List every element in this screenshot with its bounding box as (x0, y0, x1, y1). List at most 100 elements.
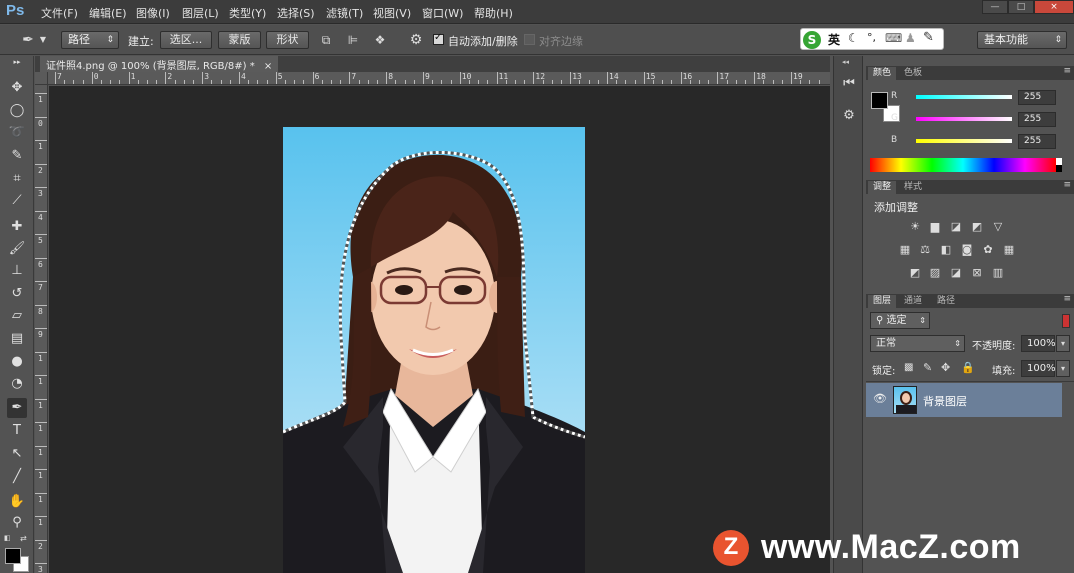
auto-add-delete-checkbox[interactable]: ✓ (433, 32, 444, 45)
lock-all-icon[interactable]: 🔒 (961, 361, 975, 374)
foreground-color-box[interactable] (871, 92, 888, 109)
menu-filter[interactable]: 滤镜(T) (326, 5, 363, 21)
posterize-icon[interactable]: ▨ (928, 267, 942, 279)
green-slider[interactable] (916, 117, 1012, 121)
properties-panel-icon[interactable]: ⚙ (839, 108, 859, 128)
invert-icon[interactable]: ◩ (908, 267, 922, 279)
menu-edit[interactable]: 编辑(E) (89, 5, 127, 21)
opacity-input[interactable]: 100% (1021, 335, 1056, 352)
layer-row[interactable]: 👁 背景图层 (866, 383, 1062, 417)
panel-menu-icon[interactable]: ≡ (1063, 294, 1071, 304)
tab-styles[interactable]: 样式 (899, 181, 927, 194)
blend-mode-select[interactable]: 正常 ⇕ (870, 335, 965, 352)
eyedropper-tool-icon[interactable]: ⟋ (7, 191, 27, 211)
path-operations-icon[interactable]: ⧉ (318, 32, 334, 48)
red-value[interactable]: 255 (1018, 90, 1056, 105)
foreground-color-swatch[interactable] (5, 548, 21, 564)
brush-tool-icon[interactable]: 🖌 (7, 239, 27, 259)
menu-view[interactable]: 视图(V) (373, 5, 411, 21)
hue-saturation-icon[interactable]: ▦ (898, 244, 912, 256)
tab-channels[interactable]: 通道 (899, 295, 927, 308)
restore-button[interactable]: □ (1008, 0, 1034, 14)
hand-tool-icon[interactable]: ✋ (7, 492, 27, 512)
blue-value[interactable]: 255 (1018, 134, 1056, 149)
ime-language[interactable]: 英 (828, 31, 840, 48)
workspace-select[interactable]: 基本功能 ⇕ (977, 31, 1067, 49)
tab-paths[interactable]: 路径 (932, 295, 960, 308)
levels-icon[interactable]: ▆ (928, 221, 942, 233)
clone-stamp-tool-icon[interactable]: ⊥ (7, 261, 27, 281)
dodge-tool-icon[interactable]: ◔ (7, 374, 27, 394)
gradient-map-icon[interactable]: ⊠ (970, 267, 984, 279)
blue-slider[interactable] (916, 139, 1012, 143)
collapse-icon[interactable]: ▸▸ (7, 58, 27, 66)
layer-name[interactable]: 背景图层 (923, 393, 967, 409)
swap-colors-icon[interactable]: ⇄ (20, 534, 29, 543)
spectrum-white[interactable] (1056, 158, 1062, 165)
tab-adjustments[interactable]: 调整 (868, 181, 897, 194)
tool-mode-select[interactable]: 路径 ⇕ (61, 31, 119, 49)
moon-icon[interactable]: ☾ (848, 31, 859, 45)
keyboard-icon[interactable]: ⌨ (885, 31, 902, 45)
user-icon[interactable]: ♟ (905, 31, 916, 45)
document-tab[interactable]: 证件照4.png @ 100% (背景图层, RGB/8#) * × (40, 56, 279, 72)
tab-color[interactable]: 颜色 (868, 67, 897, 80)
exposure-icon[interactable]: ◩ (970, 221, 984, 233)
default-colors-icon[interactable]: ◧ (4, 534, 13, 543)
curves-icon[interactable]: ◪ (949, 221, 963, 233)
filter-toggle-switch[interactable] (1062, 314, 1070, 328)
path-alignment-icon[interactable]: ⊫ (345, 32, 361, 48)
black-white-icon[interactable]: ◧ (939, 244, 953, 256)
selective-color-icon[interactable]: ▥ (991, 267, 1005, 279)
wrench-icon[interactable]: ✎ (923, 30, 934, 45)
marquee-tool-icon[interactable]: ◯ (7, 101, 27, 121)
gradient-tool-icon[interactable]: ▤ (7, 329, 27, 349)
punctuation-icon[interactable]: °, (867, 31, 876, 44)
brightness-icon[interactable]: ☀ (908, 221, 922, 233)
align-edges-checkbox[interactable] (524, 34, 535, 45)
make-shape-button[interactable]: 形状 (266, 31, 309, 49)
panel-menu-icon[interactable]: ≡ (1063, 180, 1071, 190)
menu-select[interactable]: 选择(S) (277, 5, 315, 21)
close-tab-icon[interactable]: × (264, 61, 272, 72)
path-selection-tool-icon[interactable]: ↖ (7, 444, 27, 464)
color-balance-icon[interactable]: ⚖ (918, 244, 932, 256)
layer-filter-select[interactable]: ⚲ 选定 ⇕ (870, 312, 930, 329)
menu-file[interactable]: 文件(F) (41, 5, 78, 21)
make-selection-button[interactable]: 选区... (160, 31, 212, 49)
eraser-tool-icon[interactable]: ▱ (7, 306, 27, 326)
threshold-icon[interactable]: ◪ (949, 267, 963, 279)
ruler-origin[interactable] (35, 72, 48, 85)
channel-mixer-icon[interactable]: ✿ (981, 244, 995, 256)
lock-position-icon[interactable]: ✥ (941, 361, 950, 374)
make-mask-button[interactable]: 蒙版 (218, 31, 261, 49)
menu-window[interactable]: 窗口(W) (422, 5, 463, 21)
crop-tool-icon[interactable]: ⌗ (7, 169, 27, 189)
red-slider[interactable] (916, 95, 1012, 99)
history-panel-icon[interactable]: ⏮ (839, 76, 859, 96)
spectrum-black[interactable] (1056, 165, 1062, 172)
lock-image-icon[interactable]: ✎ (923, 361, 932, 374)
path-arrangement-icon[interactable]: ❖ (372, 32, 388, 48)
menu-image[interactable]: 图像(I) (136, 5, 170, 21)
history-brush-tool-icon[interactable]: ↺ (7, 284, 27, 304)
color-spectrum[interactable] (870, 158, 1056, 172)
tab-swatches[interactable]: 色板 (899, 67, 927, 80)
fill-input[interactable]: 100% (1021, 360, 1056, 377)
green-value[interactable]: 255 (1018, 112, 1056, 127)
horizontal-ruler[interactable]: 7 0 1 2 3 4 5 6 7 8 9 10 11 12 13 14 15 16 17 18 19 (35, 72, 830, 85)
document-image[interactable] (283, 127, 585, 573)
photo-filter-icon[interactable]: ◙ (960, 244, 974, 256)
menu-help[interactable]: 帮助(H) (474, 5, 513, 21)
menu-layer[interactable]: 图层(L) (182, 5, 219, 21)
lasso-tool-icon[interactable]: ➰ (7, 123, 27, 143)
close-button[interactable]: × (1034, 0, 1074, 14)
chevron-down-icon[interactable]: ▼ (38, 32, 48, 48)
vertical-ruler[interactable]: 1 0 1 2 3 4 5 6 7 8 9 1 1 1 1 1 1 1 1 2 3 (35, 85, 48, 573)
blur-tool-icon[interactable]: ● (7, 352, 27, 372)
healing-brush-tool-icon[interactable]: ✚ (7, 217, 27, 237)
color-lookup-icon[interactable]: ▦ (1002, 244, 1016, 256)
collapse-dock-icon[interactable]: ◂◂ (842, 58, 849, 66)
lock-transparent-icon[interactable]: ▩ (904, 362, 913, 373)
fill-dropdown-icon[interactable]: ▾ (1056, 360, 1070, 377)
